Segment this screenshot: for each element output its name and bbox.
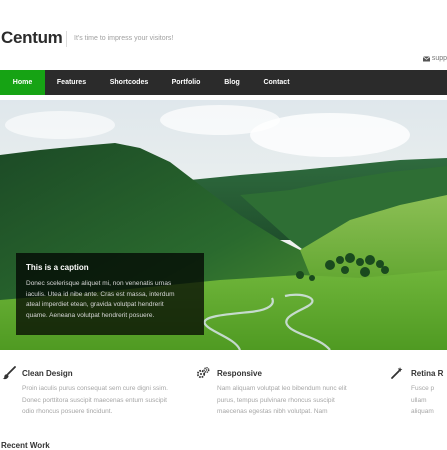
support-link[interactable]: supp [422,55,447,62]
feature-title: Responsive [217,369,262,378]
nav-item-contact[interactable]: Contact [252,70,301,95]
caption-text: Donec scelerisque aliquet mi, non venena… [26,279,194,321]
recent-work-heading: Recent Work [1,441,50,450]
features-section: Clean Design Proin iaculis purus consequ… [0,366,447,426]
feature-line: Nam aliquam volutpat leo bibendum nunc e… [217,385,347,392]
feature-title: Clean Design [22,369,73,378]
feature-line: Donec porttitora suscipit maecenas entum… [22,396,167,404]
feature-line: maecenas egestas nibh volutpat. Nam [217,408,328,415]
magic-wand-icon [391,367,403,379]
gears-icon [196,367,210,379]
nav-item-portfolio[interactable]: Portfolio [160,70,212,95]
site-logo[interactable]: Centum [1,28,63,48]
feature-line: Proin iaculis purus consequat sem cure d… [22,385,168,392]
feature-line: ullam [411,396,427,404]
caption-line: Donec scelerisque aliquet mi, non venena… [26,280,172,287]
nav-item-blog[interactable]: Blog [212,70,252,95]
caption-title: This is a caption [26,263,89,272]
feature-text: Fusce p ullam aliquam [411,383,434,418]
hero-slider[interactable]: This is a caption Donec scelerisque aliq… [0,100,447,350]
feature-line: Fusce p [411,385,435,392]
site-tagline: It's time to impress your visitors! [74,35,174,42]
nav-item-features[interactable]: Features [45,70,98,95]
envelope-icon [422,55,430,61]
support-text: supp [431,55,447,62]
brush-icon [2,366,16,380]
slider-caption: This is a caption Donec scelerisque aliq… [16,253,204,335]
feature-line: odio rhoncus posuere tincidunt. [22,408,113,415]
caption-line: ateal imperdiet etean, gravida volutpat … [26,301,164,308]
tagline-divider [66,31,67,47]
nav-item-home[interactable]: Home [0,70,45,95]
main-navigation: Home Features Shortcodes Portfolio Blog … [0,70,447,95]
feature-title: Retina R [411,369,444,378]
feature-line: aliquam [411,408,434,415]
caption-line: quame. Aeneana volutpat hendrerit posuer… [26,311,155,319]
feature-line: purus, tempus pulvinare rhoncus suscipit [217,396,335,404]
nav-item-shortcodes[interactable]: Shortcodes [98,70,160,95]
feature-text: Nam aliquam volutpat leo bibendum nunc e… [217,383,347,418]
caption-line: iaculis. Utea id nibe ante. Cras est mas… [26,290,175,298]
feature-text: Proin iaculis purus consequat sem cure d… [22,383,168,418]
